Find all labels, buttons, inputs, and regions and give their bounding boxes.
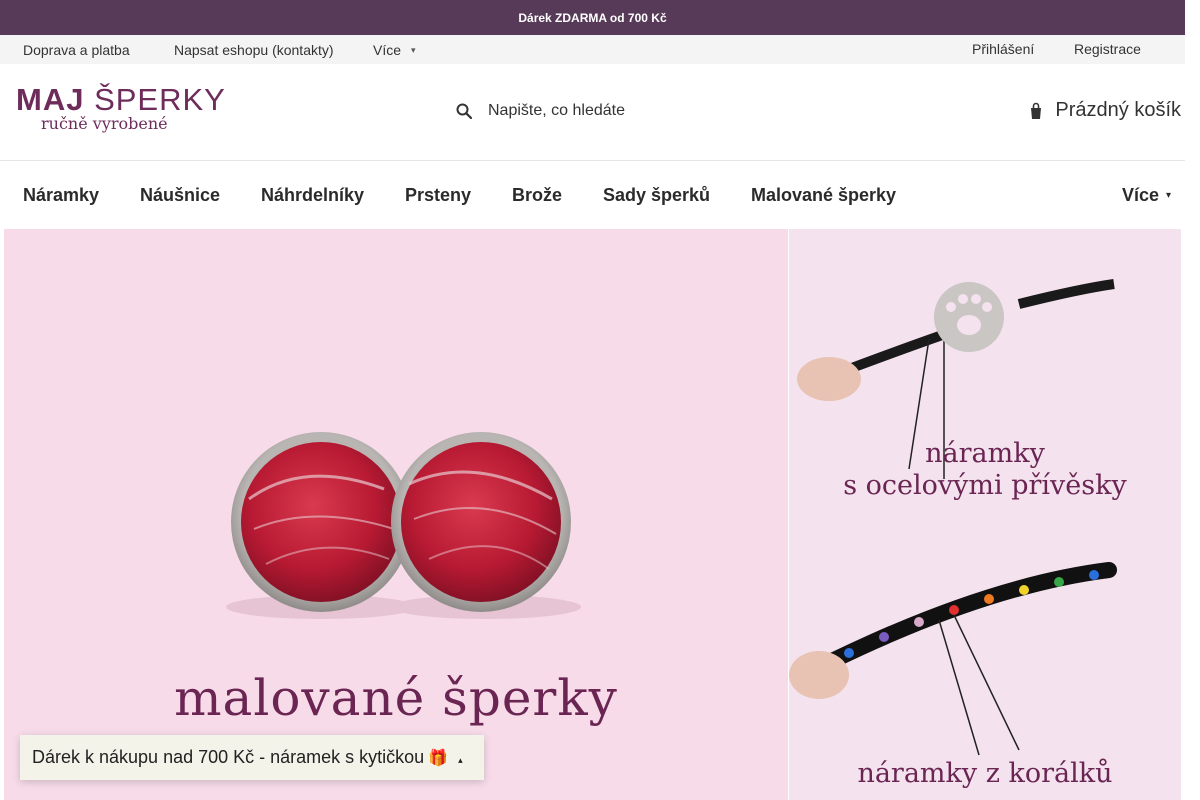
logo-maj: MAJ bbox=[16, 82, 85, 117]
cart-button[interactable]: Prázdný košík bbox=[1029, 99, 1181, 122]
chevron-up-icon[interactable]: ▴ bbox=[458, 755, 463, 766]
search-bar bbox=[450, 92, 750, 130]
login-link[interactable]: Přihlášení bbox=[972, 41, 1034, 57]
logo-tagline: ručně vyrobené bbox=[41, 114, 168, 133]
site-logo[interactable]: MAJ ŠPERKY ručně vyrobené bbox=[16, 83, 225, 139]
search-icon[interactable] bbox=[456, 103, 472, 119]
nav-item-nausnice[interactable]: Náušnice bbox=[140, 185, 220, 206]
top-nav-contact-link[interactable]: Napsat eshopu (kontakty) bbox=[174, 42, 334, 58]
chevron-down-icon: ▾ bbox=[411, 44, 416, 55]
logo-wordmark: MAJ ŠPERKY bbox=[16, 83, 226, 117]
register-link[interactable]: Registrace bbox=[1074, 41, 1141, 57]
top-nav-more-label: Více bbox=[373, 42, 402, 58]
site-header: MAJ ŠPERKY ručně vyrobené Prázdný košík bbox=[0, 64, 1185, 161]
nav-more-label: Více bbox=[1121, 185, 1159, 205]
top-nav-shipping-link[interactable]: Doprava a platba bbox=[23, 42, 130, 58]
nav-item-broze[interactable]: Brože bbox=[512, 185, 562, 206]
top-nav-more-link[interactable]: Více ▾ bbox=[373, 42, 416, 58]
hero-banner-title: malované šperky bbox=[174, 669, 618, 727]
search-input[interactable] bbox=[488, 102, 728, 120]
announcement-text: Dárek ZDARMA od 700 Kč bbox=[518, 10, 667, 25]
nav-more-button[interactable]: Více ▾ bbox=[1122, 185, 1171, 206]
nav-item-sady-sperku[interactable]: Sady šperků bbox=[603, 185, 710, 206]
nav-item-naramky[interactable]: Náramky bbox=[23, 185, 99, 206]
logo-sperky: ŠPERKY bbox=[94, 82, 226, 117]
banner-bead-bracelets[interactable]: náramky z korálků bbox=[789, 525, 1181, 800]
chevron-down-icon: ▾ bbox=[1165, 190, 1171, 201]
hero-banner-painted-jewelry[interactable]: malované šperky bbox=[4, 229, 788, 800]
cart-icon bbox=[1031, 102, 1042, 119]
gift-icon: 🎁 bbox=[428, 749, 449, 767]
banner-steel-pendant-bracelets[interactable]: náramky s ocelovými přívěsky bbox=[789, 229, 1181, 525]
main-nav: Náramky Náušnice Náhrdelníky Prsteny Bro… bbox=[0, 161, 1185, 229]
gift-promo-bar[interactable]: Dárek k nákupu nad 700 Kč - náramek s ky… bbox=[20, 735, 484, 780]
banner-steel-title-line2: s ocelovými přívěsky bbox=[843, 470, 1127, 501]
announcement-bar: Dárek ZDARMA od 700 Kč bbox=[0, 0, 1185, 35]
gift-promo-text: Dárek k nákupu nad 700 Kč - náramek s ky… bbox=[32, 747, 425, 767]
nav-item-malovane-sperky[interactable]: Malované šperky bbox=[751, 185, 896, 206]
cart-label: Prázdný košík bbox=[1055, 99, 1181, 121]
nav-item-nahrdelniky[interactable]: Náhrdelníky bbox=[261, 185, 364, 206]
nav-item-prsteny[interactable]: Prsteny bbox=[405, 185, 471, 206]
top-nav: Doprava a platba Napsat eshopu (kontakty… bbox=[0, 35, 1185, 64]
banner-steel-title-line1: náramky bbox=[925, 438, 1045, 469]
banner-bead-title: náramky z korálků bbox=[857, 758, 1113, 789]
